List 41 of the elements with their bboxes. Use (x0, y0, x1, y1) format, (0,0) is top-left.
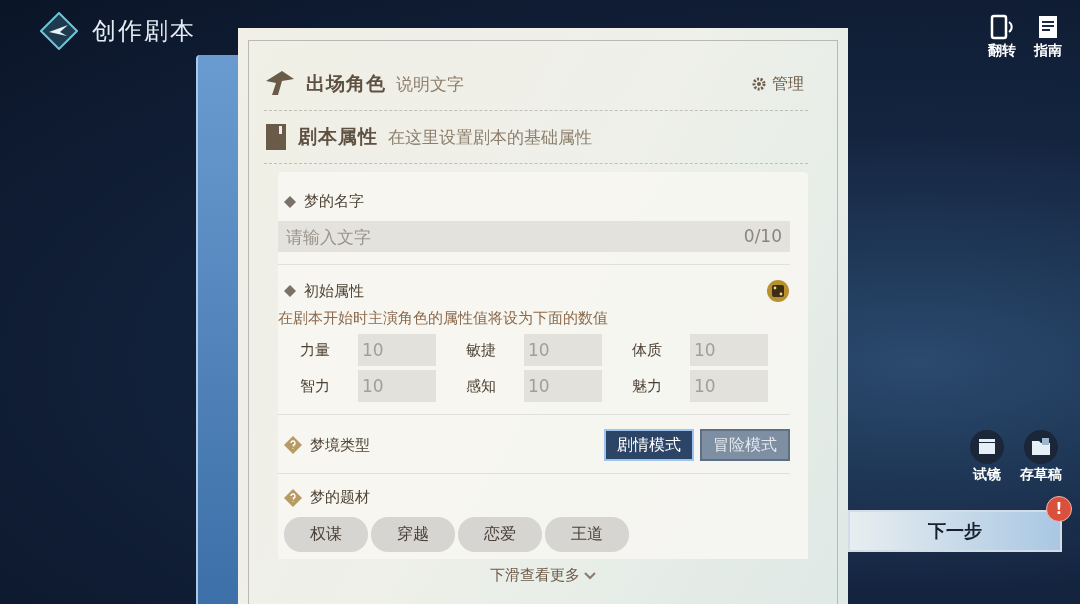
attribute-label: 敏捷 (466, 340, 497, 360)
theme-tag[interactable]: 穿越 (371, 517, 455, 552)
field-label: 梦的题材 (310, 488, 370, 507)
section-title: 剧本属性 (298, 124, 378, 149)
field-label: 初始属性 (304, 281, 364, 301)
toolbar-button[interactable]: 翻转 (988, 14, 1016, 60)
theme-tag[interactable]: 权谋 (284, 517, 368, 552)
attribute-label: 感知 (466, 376, 497, 396)
logo-icon (40, 12, 78, 50)
theme-tag[interactable]: 恋爱 (458, 517, 542, 552)
page-title: 创作剧本 (92, 16, 196, 47)
mode-button[interactable]: 剧情模式 (604, 429, 694, 461)
manage-button[interactable]: 管理 (748, 73, 808, 95)
attribute-description: 在剧本开始时主演角色的属性值将设为下面的数值 (278, 309, 609, 328)
section-note: 在这里设置剧本的基础属性 (388, 125, 592, 149)
section-title: 出场角色 (306, 71, 386, 96)
alert-badge: ! (1046, 496, 1072, 522)
settings-icon (752, 77, 766, 91)
theme-tag[interactable]: 王道 (545, 517, 629, 552)
attribute-label: 体质 (632, 340, 663, 360)
help-icon[interactable] (284, 488, 302, 507)
help-icon[interactable] (284, 436, 302, 454)
scroll-hint[interactable]: 下滑查看更多 (484, 565, 602, 586)
phone-rotate-icon (989, 14, 1015, 40)
diamond-icon (284, 285, 296, 297)
char-counter: 0/10 (743, 226, 782, 246)
dice-icon[interactable] (766, 279, 790, 303)
chevron-down-icon (584, 571, 596, 580)
notebook-icon (264, 123, 288, 151)
action-button[interactable]: 存草稿 (1020, 430, 1062, 484)
field-label: 梦境类型 (310, 435, 370, 455)
toolbar-button[interactable]: 指南 (1034, 14, 1062, 60)
action-button[interactable]: 试镜 (970, 430, 1004, 484)
diamond-icon (284, 195, 296, 208)
attribute-label: 力量 (300, 340, 331, 360)
attribute-label: 智力 (300, 376, 331, 396)
field-label: 梦的名字 (304, 192, 364, 211)
section-note: 说明文字 (396, 72, 464, 96)
folder-icon (1024, 430, 1058, 464)
clapperboard-icon (970, 430, 1004, 464)
attribute-label: 魅力 (632, 376, 663, 396)
